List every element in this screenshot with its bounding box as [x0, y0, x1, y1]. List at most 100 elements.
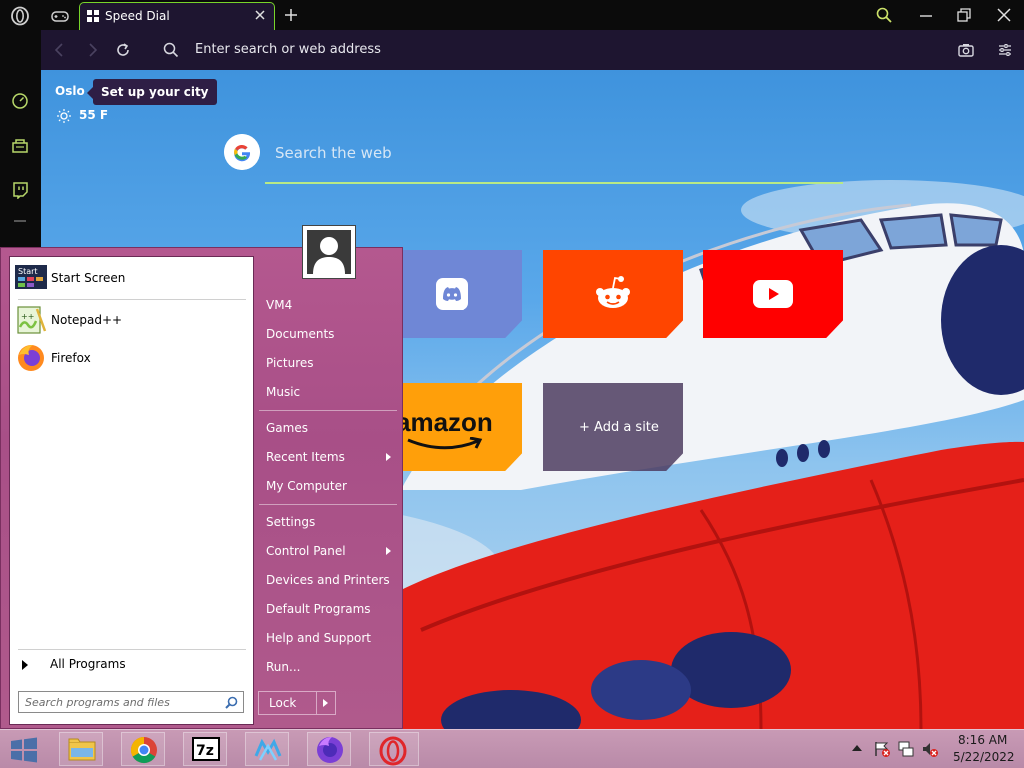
start-item-default-programs[interactable]: Default Programs	[266, 602, 371, 616]
start-item-recent-items[interactable]: Recent Items	[266, 450, 391, 464]
start-item-control-panel[interactable]: Control Panel	[266, 544, 391, 558]
7zip-icon: 7z	[192, 737, 220, 761]
svg-text:++: ++	[21, 312, 34, 321]
lock-divider	[316, 692, 317, 714]
start-item-label: Help and Support	[266, 631, 371, 645]
start-search-input[interactable]: Search programs and files	[18, 691, 244, 713]
speed-dial-tile-reddit[interactable]	[543, 250, 683, 338]
firefox-icon	[317, 737, 343, 763]
network-icon[interactable]	[897, 740, 915, 758]
city-tooltip-text: Set up your city	[101, 85, 209, 99]
web-search-input[interactable]: Search the web	[275, 144, 675, 162]
start-item-help-support[interactable]: Help and Support	[266, 631, 371, 645]
power-options-arrow-icon[interactable]	[323, 699, 328, 707]
taskbar-firefox[interactable]	[307, 732, 351, 766]
amazon-logo: amazon	[396, 407, 493, 437]
all-programs-button[interactable]: All Programs	[22, 657, 126, 671]
program-firefox[interactable]: Firefox	[15, 341, 247, 375]
start-item-settings[interactable]: Settings	[266, 515, 315, 529]
start-item-pictures[interactable]: Pictures	[266, 356, 314, 370]
sun-icon	[57, 108, 71, 123]
start-menu: Start Start Screen ++ Notepad++ Firefox …	[0, 225, 403, 729]
search-tabs-icon[interactable]	[875, 6, 893, 24]
user-avatar[interactable]	[302, 225, 356, 279]
start-menu-programs-pane: Start Start Screen ++ Notepad++ Firefox …	[9, 256, 254, 725]
shopping-icon[interactable]	[11, 136, 29, 154]
taskbar-file-explorer[interactable]	[59, 732, 103, 766]
taskbar-chrome[interactable]	[121, 732, 165, 766]
firefox-icon	[18, 345, 44, 371]
start-item-label: Recent Items	[266, 450, 345, 464]
taskbar: 7z	[0, 729, 1024, 768]
start-item-run[interactable]: Run...	[266, 660, 300, 674]
tab-speed-dial[interactable]: Speed Dial	[79, 2, 275, 30]
easy-setup-icon[interactable]	[996, 41, 1014, 59]
youtube-icon	[753, 280, 793, 308]
title-bar: Speed Dial	[0, 0, 1024, 30]
twitch-icon[interactable]	[11, 181, 29, 199]
program-label: Start Screen	[51, 271, 126, 285]
temperature: 55 F	[79, 108, 109, 122]
close-tab-icon[interactable]	[252, 7, 268, 23]
program-start-screen[interactable]: Start Start Screen	[15, 261, 247, 295]
start-item-games[interactable]: Games	[266, 421, 308, 435]
reddit-icon	[596, 276, 630, 308]
speed-dial-grid-icon	[87, 10, 99, 22]
speed-dial-tile-youtube[interactable]	[703, 250, 843, 338]
minimize-icon[interactable]	[917, 6, 935, 24]
start-item-label: Run...	[266, 660, 301, 674]
search-icon	[163, 42, 179, 58]
reload-icon[interactable]	[114, 41, 132, 59]
close-window-icon[interactable]	[995, 6, 1013, 24]
search-icon[interactable]	[225, 696, 238, 709]
start-item-devices-printers[interactable]: Devices and Printers	[266, 573, 390, 587]
start-screen-icon: Start	[15, 265, 47, 289]
app-icon	[254, 738, 282, 761]
start-item-label: Pictures	[266, 356, 314, 370]
speed-dial-tile-amazon[interactable]: amazon	[382, 383, 522, 471]
city-tooltip[interactable]: Set up your city	[87, 79, 217, 105]
start-item-label: VM4	[266, 298, 293, 312]
start-item-my-computer[interactable]: My Computer	[266, 479, 347, 493]
opera-menu-icon[interactable]	[10, 6, 30, 26]
lock-button[interactable]: Lock	[258, 691, 336, 715]
start-item-documents[interactable]: Documents	[266, 327, 334, 341]
start-button-windows-icon[interactable]	[8, 736, 40, 764]
start-item-music[interactable]: Music	[266, 385, 300, 399]
start-item-label: Settings	[266, 515, 316, 529]
add-site-tile[interactable]: + Add a site	[543, 383, 683, 471]
lock-label: Lock	[269, 696, 297, 710]
taskbar-app[interactable]	[245, 732, 289, 766]
start-item-label: Documents	[266, 327, 335, 341]
clock-time[interactable]: 8:16 AM	[958, 733, 1007, 747]
clock-date[interactable]: 5/22/2022	[953, 750, 1015, 764]
camera-icon[interactable]	[957, 41, 975, 59]
speed-dial-tile-discord[interactable]	[382, 250, 522, 338]
start-item-label: Games	[266, 421, 308, 435]
new-tab-icon[interactable]	[282, 6, 300, 24]
taskbar-7zip[interactable]: 7z	[183, 732, 227, 766]
svg-text:7z: 7z	[196, 743, 214, 759]
sidebar-divider-icon	[14, 220, 26, 222]
search-underline	[265, 182, 843, 184]
amazon-smile-icon	[407, 437, 483, 450]
action-center-flag-icon[interactable]	[873, 740, 891, 758]
opera-icon	[379, 736, 407, 766]
gamepad-icon[interactable]	[50, 6, 70, 26]
program-notepadpp[interactable]: ++ Notepad++	[15, 303, 247, 337]
back-icon[interactable]	[51, 41, 69, 59]
start-item-vm4[interactable]: VM4	[266, 298, 292, 312]
user-icon	[307, 230, 351, 274]
volume-muted-icon[interactable]	[921, 740, 939, 758]
show-hidden-icons-icon[interactable]	[852, 744, 862, 752]
discord-icon	[436, 278, 468, 310]
address-input[interactable]: Enter search or web address	[195, 42, 381, 57]
weather-city[interactable]: Oslo	[55, 84, 85, 98]
taskbar-opera[interactable]	[369, 732, 419, 766]
restore-icon[interactable]	[955, 6, 973, 24]
separator	[259, 410, 397, 411]
separator	[18, 649, 246, 650]
forward-icon[interactable]	[83, 41, 101, 59]
speedometer-icon[interactable]	[11, 92, 29, 110]
start-item-label: Default Programs	[266, 602, 371, 616]
